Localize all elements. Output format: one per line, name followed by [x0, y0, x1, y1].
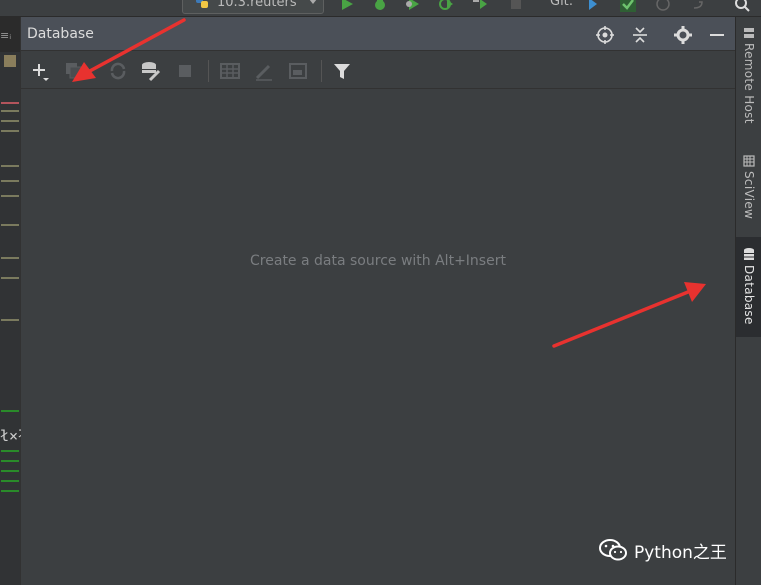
gear-icon[interactable] — [673, 25, 693, 45]
console-icon[interactable] — [287, 60, 309, 82]
profile-icon[interactable] — [438, 0, 454, 12]
marker — [1, 480, 19, 482]
run-icon[interactable] — [339, 0, 355, 12]
marker — [4, 55, 16, 67]
rollback-icon[interactable] — [690, 0, 706, 12]
ide-window: 10.3.reuters Git: ≡ᵢ ł×ł Database Create… — [0, 0, 761, 585]
watermark-text: Python之王 — [634, 542, 727, 563]
scrollbar-marker-gutter[interactable] — [0, 52, 20, 585]
tab-label: SciView — [742, 171, 756, 220]
marker — [1, 224, 19, 226]
database-panel-header: Database — [21, 17, 735, 51]
edit-icon[interactable] — [253, 60, 275, 82]
toolbar-separator — [208, 60, 209, 82]
add-icon[interactable] — [30, 60, 52, 82]
right-tool-strip: Remote Host SciView Database — [735, 17, 761, 585]
marker — [1, 180, 19, 182]
git-update-icon[interactable] — [585, 0, 601, 12]
tab-remote-host[interactable]: Remote Host — [736, 27, 761, 139]
marker — [1, 277, 19, 279]
concurrency-icon[interactable] — [472, 0, 488, 12]
table-icon[interactable] — [219, 60, 241, 82]
data-source-properties-icon[interactable] — [140, 60, 162, 82]
marker — [1, 257, 19, 259]
database-icon — [744, 248, 754, 260]
structure-icon[interactable]: ≡ᵢ — [0, 29, 11, 42]
marker — [1, 460, 19, 462]
main-toolbar: 10.3.reuters Git: — [0, 0, 761, 17]
refresh-icon[interactable] — [107, 60, 129, 82]
python-icon — [196, 0, 208, 8]
run-configuration-label: 10.3.reuters — [217, 0, 297, 10]
target-icon[interactable] — [595, 25, 615, 45]
panel-title: Database — [27, 26, 94, 42]
tab-database[interactable]: Database — [736, 237, 761, 337]
minimize-icon[interactable] — [707, 25, 727, 45]
git-label: Git: — [550, 0, 574, 9]
grid-icon — [743, 155, 755, 167]
database-toolbar — [21, 52, 735, 89]
tab-sciview[interactable]: SciView — [736, 155, 761, 227]
stop-icon[interactable] — [508, 0, 524, 12]
marker — [1, 470, 19, 472]
tab-label: Database — [742, 265, 756, 325]
marker — [1, 120, 19, 122]
run-configuration-selector[interactable]: 10.3.reuters — [182, 0, 324, 14]
marker — [1, 450, 19, 452]
marker — [1, 102, 19, 104]
marker — [1, 319, 19, 321]
git-commit-icon[interactable] — [620, 0, 636, 12]
database-tool-window: Database Create a data source with Alt+I… — [21, 17, 735, 585]
tab-label: Remote Host — [742, 43, 756, 124]
debug-icon[interactable] — [372, 0, 388, 12]
duplicate-icon[interactable] — [63, 60, 85, 82]
stop-icon[interactable] — [174, 60, 196, 82]
marker — [1, 490, 19, 492]
marker — [1, 165, 19, 167]
server-icon — [744, 28, 754, 38]
watermark: Python之王 — [598, 536, 727, 564]
collapse-icon[interactable] — [630, 25, 650, 45]
run-with-coverage-icon[interactable] — [405, 0, 421, 12]
marker — [1, 110, 19, 112]
filter-icon[interactable] — [331, 60, 353, 82]
empty-state-message: Create a data source with Alt+Insert — [250, 253, 506, 269]
history-icon[interactable] — [655, 0, 671, 12]
marker — [1, 410, 19, 412]
wechat-icon — [599, 539, 627, 561]
toolbar-separator — [321, 60, 322, 82]
editor-gutter-strip: ≡ᵢ ł×ł — [0, 17, 27, 585]
chevron-down-icon — [309, 0, 317, 4]
marker — [1, 195, 19, 197]
search-icon[interactable] — [734, 0, 750, 12]
marker — [1, 130, 19, 132]
